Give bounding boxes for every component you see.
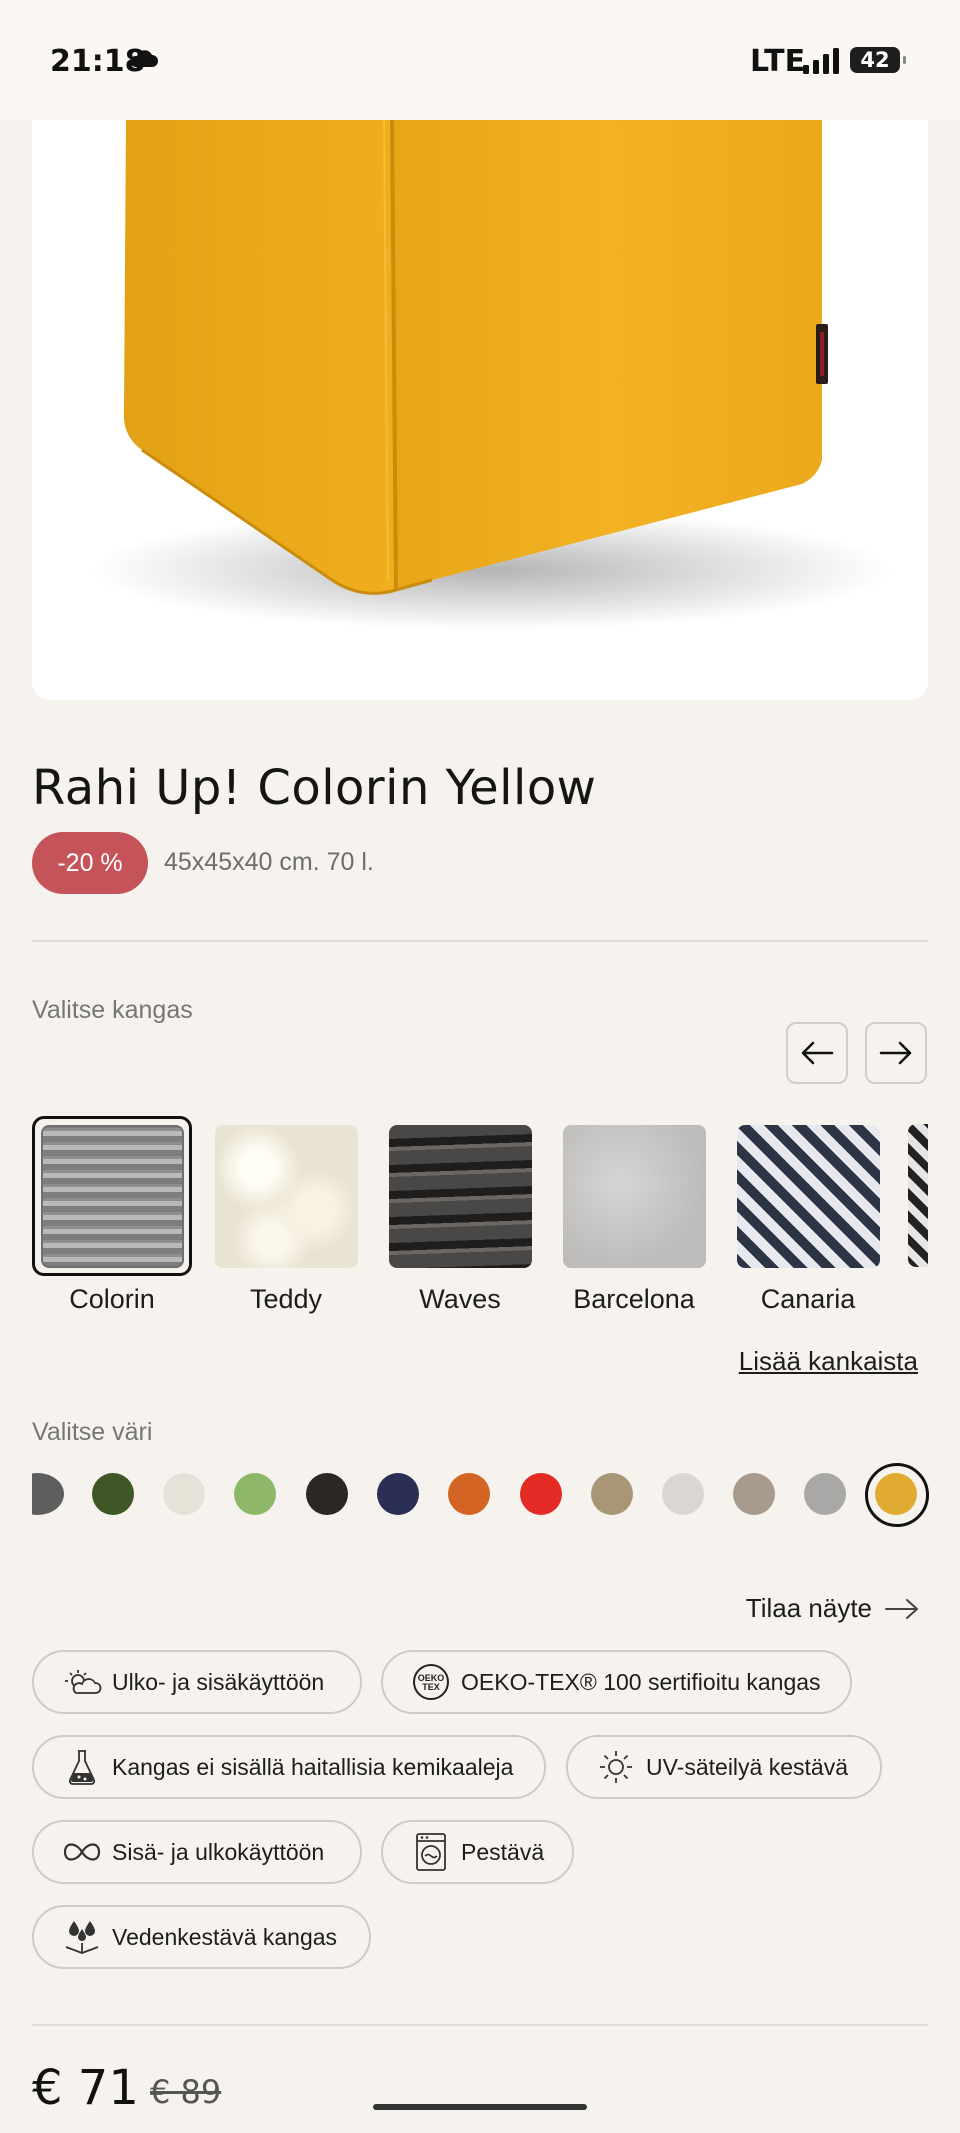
arrow-right-icon bbox=[885, 1598, 918, 1619]
product-dimensions: 45x45x40 cm. 70 l. bbox=[164, 848, 374, 876]
color-swatch-gray[interactable] bbox=[32, 1473, 64, 1515]
feature-label: UV-säteilyä kestävä bbox=[646, 1753, 848, 1780]
fabric-option-waves[interactable]: Waves bbox=[380, 1116, 540, 1315]
oeko-tex-icon: OEKO TEX bbox=[411, 1662, 451, 1702]
discount-badge: -20 % bbox=[32, 832, 148, 894]
feature-chip-waterproof: Vedenkestävä kangas bbox=[32, 1905, 371, 1969]
battery-level: 42 bbox=[860, 48, 890, 72]
fabric-label: Waves bbox=[419, 1284, 501, 1314]
more-fabrics-link[interactable]: Lisää kankaista bbox=[739, 1346, 918, 1377]
battery-icon: 42 bbox=[850, 47, 906, 73]
fabric-swatch-canaria bbox=[736, 1124, 880, 1268]
color-swatch-orange[interactable] bbox=[448, 1473, 490, 1515]
infinity-icon bbox=[62, 1832, 102, 1872]
feature-chip-no-chemicals: Kangas ei sisällä haitallisia kemikaalej… bbox=[32, 1735, 546, 1799]
order-sample-link[interactable]: Tilaa näyte bbox=[746, 1593, 920, 1624]
water-drops-icon bbox=[62, 1917, 102, 1957]
arrow-left-icon bbox=[801, 1041, 834, 1065]
color-section-label: Valitse väri bbox=[32, 1418, 153, 1446]
order-sample-label: Tilaa näyte bbox=[745, 1593, 872, 1623]
fabric-label: Colorin bbox=[69, 1284, 155, 1314]
color-swatch-dark-green[interactable] bbox=[92, 1473, 134, 1515]
feature-label: Vedenkestävä kangas bbox=[112, 1923, 338, 1950]
fabric-label: Barcelona bbox=[573, 1284, 695, 1314]
cloud-icon bbox=[130, 50, 158, 67]
home-indicator[interactable] bbox=[373, 2104, 587, 2110]
signal-icon bbox=[803, 48, 839, 74]
color-swatch-silver[interactable] bbox=[804, 1473, 846, 1515]
current-price: € 71 bbox=[32, 2060, 139, 2116]
color-swatch-light-green[interactable] bbox=[234, 1473, 276, 1515]
feature-chip-washable: Pestävä bbox=[381, 1820, 574, 1884]
fabric-option-canaria[interactable]: Canaria bbox=[728, 1116, 888, 1315]
fabric-swatch-teddy bbox=[214, 1124, 358, 1268]
divider bbox=[32, 2024, 928, 2026]
color-swatch-black[interactable] bbox=[306, 1473, 348, 1515]
divider bbox=[32, 940, 928, 942]
feature-label: Ulko- ja sisäkäyttöön bbox=[112, 1668, 325, 1695]
old-price: € 89 bbox=[150, 2073, 222, 2111]
color-swatch-taupe[interactable] bbox=[733, 1473, 775, 1515]
fabric-option-partial[interactable] bbox=[908, 1124, 928, 1267]
arrow-right-icon bbox=[879, 1041, 912, 1065]
feature-label: Pestävä bbox=[461, 1838, 545, 1865]
color-swatch-navy[interactable] bbox=[377, 1473, 419, 1515]
fabric-label: Teddy bbox=[249, 1284, 323, 1314]
fabric-swatch-colorin bbox=[40, 1124, 184, 1268]
yellow-pouf-illustration bbox=[92, 120, 892, 630]
fabric-prev-button[interactable] bbox=[786, 1022, 848, 1084]
status-bar: 21:18 LTE 42 bbox=[0, 0, 960, 120]
sun-cloud-icon bbox=[62, 1662, 102, 1702]
feature-label: OEKO-TEX® 100 sertifioitu kangas bbox=[461, 1668, 821, 1695]
feature-chip-uv-resistant: UV-säteilyä kestävä bbox=[566, 1735, 882, 1799]
product-title: Rahi Up! Colorin Yellow bbox=[32, 760, 597, 816]
sun-icon bbox=[596, 1747, 636, 1787]
fabric-next-button[interactable] bbox=[865, 1022, 927, 1084]
color-swatch-red[interactable] bbox=[520, 1473, 562, 1515]
feature-chip-oeko-tex: OEKO TEX OEKO-TEX® 100 sertifioitu kanga… bbox=[381, 1650, 852, 1714]
svg-text:TEX: TEX bbox=[422, 1682, 440, 1692]
fabric-option-colorin[interactable]: Colorin bbox=[32, 1116, 192, 1315]
feature-chip-indoor-outdoor: Sisä- ja ulkokäyttöön bbox=[32, 1820, 362, 1884]
color-swatch-light-gray[interactable] bbox=[662, 1473, 704, 1515]
color-swatch-khaki[interactable] bbox=[591, 1473, 633, 1515]
fabric-swatch-waves bbox=[388, 1124, 532, 1268]
feature-label: Sisä- ja ulkokäyttöön bbox=[112, 1838, 325, 1865]
fabric-label: Canaria bbox=[760, 1284, 856, 1314]
fabric-option-barcelona[interactable]: Barcelona bbox=[554, 1116, 714, 1315]
network-type: LTE bbox=[750, 44, 806, 79]
fabric-option-teddy[interactable]: Teddy bbox=[206, 1116, 366, 1315]
fabric-section-label: Valitse kangas bbox=[32, 996, 193, 1024]
color-swatch-cream[interactable] bbox=[163, 1473, 205, 1515]
washing-machine-icon bbox=[411, 1832, 451, 1872]
feature-chip-outdoor-indoor: Ulko- ja sisäkäyttöön bbox=[32, 1650, 362, 1714]
fabric-swatch-barcelona bbox=[562, 1124, 706, 1268]
feature-label: Kangas ei sisällä haitallisia kemikaalej… bbox=[112, 1753, 514, 1780]
color-swatch-yellow[interactable] bbox=[875, 1473, 917, 1515]
flask-icon bbox=[62, 1747, 102, 1787]
product-image[interactable] bbox=[32, 120, 928, 700]
